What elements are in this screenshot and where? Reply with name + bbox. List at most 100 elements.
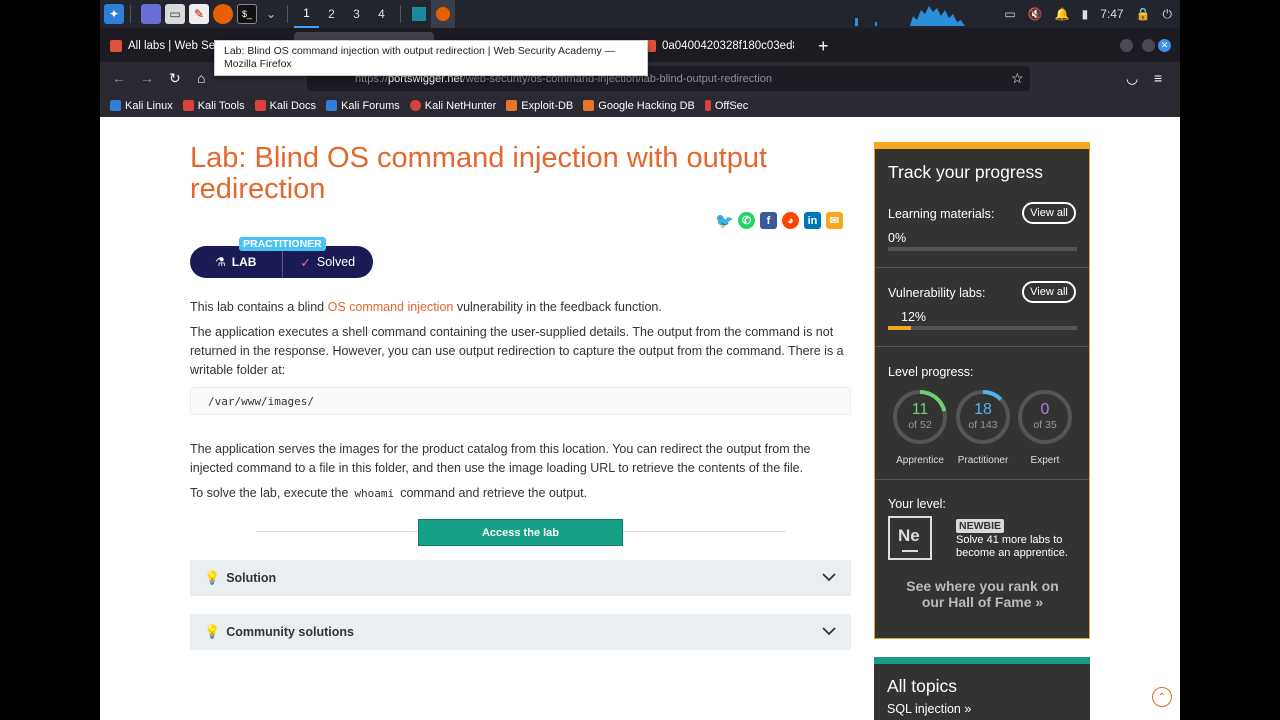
twitter-icon[interactable]: 🐦 — [715, 212, 734, 230]
bookmark-star-icon[interactable]: ☆ — [1011, 70, 1024, 87]
linkedin-icon[interactable]: in — [804, 212, 821, 229]
new-tab-button[interactable]: + — [818, 36, 829, 57]
double-chevron-right-icon: » — [1035, 594, 1044, 610]
workspace-2[interactable]: 2 — [319, 0, 344, 28]
bookmark-kali-linux[interactable]: Kali Linux — [110, 100, 173, 112]
vuln-percent: 12% — [901, 310, 927, 324]
community-solutions-accordion[interactable]: 💡 Community solutions — [190, 614, 851, 650]
burp-window-button[interactable] — [407, 0, 431, 28]
sidebar-divider — [875, 267, 1089, 268]
bookmark-offsec[interactable]: OffSec — [704, 99, 749, 112]
bookmark-label: Kali Tools — [197, 99, 245, 112]
level-progress-label: Level progress: — [888, 365, 974, 379]
offsec-icon — [704, 100, 711, 111]
solution-accordion[interactable]: 💡 Solution — [190, 560, 851, 596]
firefox-window-button[interactable] — [431, 0, 455, 28]
access-lab-button[interactable]: Access the lab — [418, 519, 623, 546]
back-icon[interactable]: ← — [112, 70, 126, 86]
all-topics-title: All topics — [887, 676, 958, 696]
facebook-icon[interactable]: f — [760, 212, 777, 229]
bookmark-kali-nethunter[interactable]: Kali NetHunter — [409, 99, 497, 112]
menu-icon[interactable]: ≡ — [1154, 70, 1162, 86]
learning-materials-label: Learning materials: — [888, 207, 995, 221]
kali-icon — [110, 100, 121, 111]
kali-menu-icon[interactable]: ✦ — [104, 4, 124, 24]
workspace-4[interactable]: 4 — [369, 0, 394, 28]
system-tray: ▭ 🔇 🔔 ▮ 7:47 🔒 ⏻ — [1004, 0, 1180, 28]
power-icon[interactable]: ⏻ — [1163, 7, 1173, 22]
bookmark-label: Kali NetHunter — [424, 99, 497, 112]
exploit-db-icon — [506, 100, 518, 111]
tab-title: All labs | Web Secu — [128, 40, 225, 52]
bookmark-label: OffSec — [714, 99, 749, 112]
bookmark-label: Kali Docs — [269, 99, 317, 112]
terminal-icon[interactable]: $_ — [237, 4, 257, 24]
topic-sql-injection-link[interactable]: SQL injection » — [887, 702, 971, 716]
chevron-down-icon[interactable]: ⌄ — [261, 4, 281, 24]
battery-icon[interactable]: ▮ — [1082, 7, 1089, 21]
level-name-badge: NEWBIE — [956, 519, 1004, 533]
hall-of-fame-link[interactable]: See where you rank on our Hall of Fame » — [900, 578, 1065, 610]
topic-label: SQL injection — [887, 702, 961, 716]
display-icon[interactable]: ▭ — [1004, 7, 1015, 21]
ring-count: 0 — [1040, 401, 1050, 418]
whatsapp-icon[interactable]: ✆ — [738, 212, 755, 229]
sidebar-title: Track your progress — [888, 162, 1043, 182]
email-icon[interactable]: ✉ — [826, 212, 843, 229]
accordion-title: Solution — [226, 571, 277, 585]
notification-icon[interactable]: 🔔 — [1055, 7, 1070, 21]
your-level-label: Your level: — [888, 497, 946, 511]
home-icon[interactable]: ⌂ — [197, 70, 205, 86]
chevron-up-icon: ⌃ — [1157, 691, 1167, 703]
firefox-icon[interactable] — [213, 4, 233, 24]
progress-sidebar: Track your progress Learning materials: … — [874, 142, 1090, 639]
maximize-button[interactable] — [1142, 39, 1155, 52]
whoami-code: whoami — [354, 487, 395, 500]
tab-all-labs[interactable]: All labs | Web Secu — [110, 32, 225, 60]
desktop-icon[interactable] — [141, 4, 161, 24]
kali-docs-icon — [254, 100, 266, 111]
vuln-progress-bar — [888, 326, 1077, 330]
os-command-injection-link[interactable]: OS command injection — [328, 300, 454, 314]
forward-icon[interactable]: → — [140, 70, 154, 86]
tab-lab-instance[interactable]: 0a0400420328f180c03ed8 — [644, 32, 794, 60]
view-all-labs-button[interactable]: View all — [1022, 281, 1076, 303]
workspace-1[interactable]: 1 — [294, 0, 319, 28]
bookmark-kali-tools[interactable]: Kali Tools — [182, 99, 245, 112]
taskbar-separator — [130, 5, 131, 23]
bookmark-google-hacking-db[interactable]: Google Hacking DB — [583, 100, 695, 112]
sidebar-divider — [875, 346, 1089, 347]
ring-count: 11 — [911, 401, 929, 418]
ghdb-icon — [583, 100, 595, 111]
cpu-graph-icon — [855, 6, 965, 26]
description-paragraph: The application executes a shell command… — [190, 325, 844, 377]
share-links: 🐦 ✆ f ◕ in ✉ — [715, 212, 843, 230]
text-editor-icon[interactable]: ✎ — [189, 4, 209, 24]
bookmark-exploit-db[interactable]: Exploit-DB — [506, 100, 573, 112]
clock[interactable]: 7:47 — [1100, 7, 1123, 21]
bookmark-label: Kali Forums — [341, 99, 400, 112]
bookmark-kali-docs[interactable]: Kali Docs — [254, 99, 317, 112]
ring-total: of 143 — [968, 419, 998, 431]
learning-progress-bar — [888, 247, 1077, 251]
bookmarks-toolbar: Kali Linux Kali Tools Kali Docs Kali For… — [100, 94, 1180, 117]
accordion-title: Community solutions — [226, 625, 354, 639]
bookmark-kali-forums[interactable]: Kali Forums — [326, 100, 400, 112]
files-icon[interactable]: ▭ — [165, 4, 185, 24]
ring-label: Practitioner — [957, 455, 1009, 466]
workspace-3[interactable]: 3 — [344, 0, 369, 28]
lock-icon[interactable]: 🔒 — [1136, 7, 1151, 21]
mute-icon[interactable]: 🔇 — [1028, 7, 1043, 21]
status-text: Solved — [316, 255, 356, 269]
scroll-to-top-button[interactable]: ⌃ — [1152, 687, 1172, 707]
minimize-button[interactable] — [1120, 39, 1133, 52]
close-icon[interactable]: ✕ — [1158, 39, 1171, 52]
ring-total: of 52 — [908, 419, 932, 431]
text: This lab contains a blind — [190, 300, 328, 314]
pocket-icon[interactable]: ◡ — [1126, 70, 1138, 87]
kali-tools-icon — [182, 100, 194, 111]
reddit-icon[interactable]: ◕ — [782, 212, 799, 229]
reload-icon[interactable]: ↻ — [169, 70, 181, 87]
view-all-learning-button[interactable]: View all — [1022, 202, 1076, 224]
ring-total: of 35 — [1033, 419, 1057, 431]
